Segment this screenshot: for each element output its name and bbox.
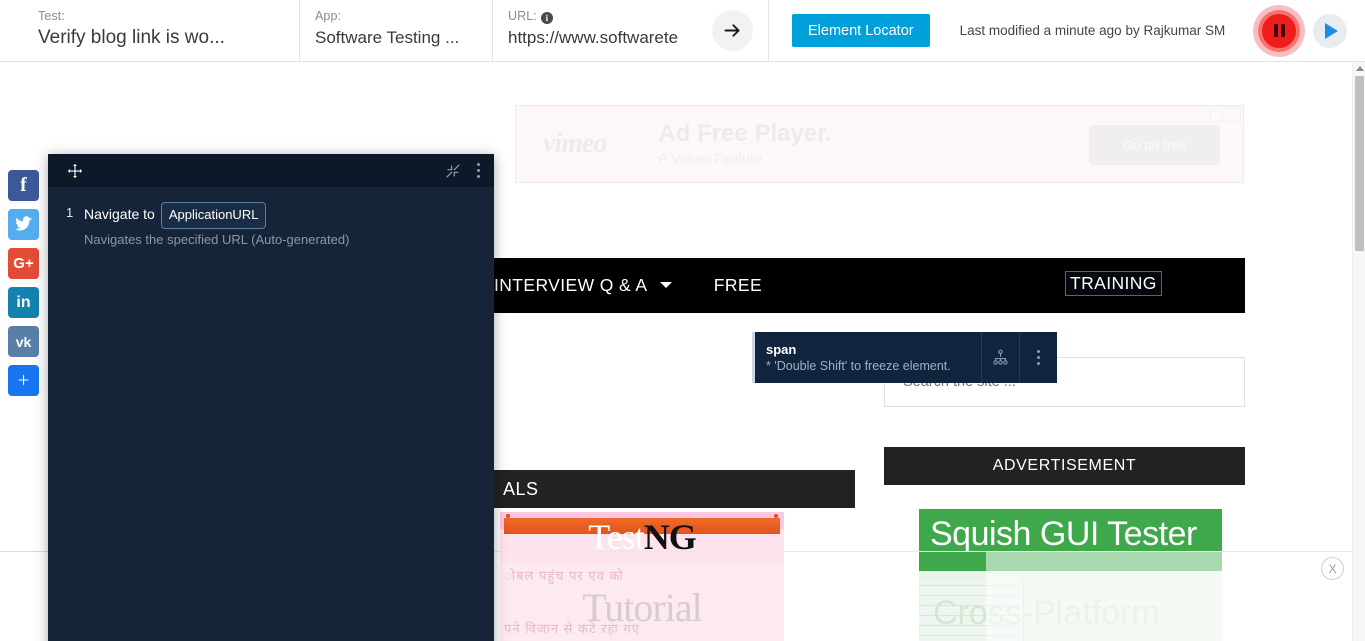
url-field[interactable]: URL: i https://www.softwarete xyxy=(493,0,768,61)
testng-hindi-line-2: पने विजान से कटे रहा गए xyxy=(504,621,640,636)
close-overlay-button[interactable]: X xyxy=(1321,557,1344,580)
app-name-field[interactable]: App: Software Testing ... xyxy=(300,0,493,61)
locator-tag-name: span xyxy=(766,341,797,357)
vk-icon[interactable]: vk xyxy=(8,326,39,357)
app-label: App: xyxy=(315,9,342,23)
locator-actions xyxy=(981,332,1057,383)
ad-close-icon[interactable]: ✕ xyxy=(1210,107,1241,122)
panel-header[interactable] xyxy=(48,154,494,187)
twitter-icon[interactable] xyxy=(8,209,39,240)
test-label: Test: xyxy=(38,9,65,23)
nav-free-label: FREE xyxy=(713,275,763,295)
last-modified-text: Last modified a minute ago by Rajkumar S… xyxy=(959,23,1226,38)
move-handle-icon[interactable] xyxy=(66,162,84,180)
go-button[interactable] xyxy=(712,10,753,51)
squish-gui-tester-ad[interactable]: Squish GUI Tester Cross-Platform xyxy=(919,509,1222,641)
nav-item-interview[interactable]: INTERVIEW Q & A xyxy=(494,275,672,296)
vimeo-headline: Ad Free Player. xyxy=(658,120,832,147)
site-navbar: INTERVIEW Q & A FREE TRAINING xyxy=(493,258,1245,313)
google-plus-icon[interactable]: G+ xyxy=(8,248,39,279)
toolbar-divider xyxy=(768,0,769,61)
nav-item-training-highlighted[interactable]: TRAINING xyxy=(1065,271,1162,296)
play-icon xyxy=(1325,22,1338,39)
info-icon[interactable]: i xyxy=(540,12,553,24)
record-pause-button[interactable] xyxy=(1253,4,1305,57)
test-step-row[interactable]: 1 Navigate to ApplicationURL Navigates th… xyxy=(48,202,494,251)
left-margin-rule xyxy=(0,551,48,552)
test-name-field[interactable]: Test: Verify blog link is wo... xyxy=(0,0,300,61)
pause-record-icon xyxy=(1262,13,1296,48)
url-label-text: URL: xyxy=(508,9,537,23)
linkedin-icon[interactable]: in xyxy=(8,287,39,318)
squish-subtitle: Cross-Platform xyxy=(933,594,1160,632)
share-more-icon[interactable]: + xyxy=(8,365,39,396)
step-content: Navigate to ApplicationURL Navigates the … xyxy=(84,202,349,251)
panel-menu-icon[interactable] xyxy=(475,161,482,180)
element-tree-button[interactable] xyxy=(982,332,1019,383)
advertisement-heading: ADVERTISEMENT xyxy=(884,447,1245,485)
social-share-bar: f G+ in vk + xyxy=(8,170,39,396)
element-locator-button[interactable]: Element Locator xyxy=(792,14,930,47)
testng-hindi-line-1: ोबल पहुंच पर एव को xyxy=(504,568,624,583)
page-vertical-scrollbar[interactable] xyxy=(1352,62,1365,641)
vimeo-ad-copy: Ad Free Player. A Vimeo Feature xyxy=(658,120,831,168)
locator-hint: * 'Double Shift' to freeze element. xyxy=(766,358,951,373)
toolbar-actions xyxy=(1253,0,1365,61)
scroll-up-arrow-icon[interactable] xyxy=(1356,66,1364,71)
test-steps-list: 1 Navigate to ApplicationURL Navigates th… xyxy=(48,187,494,641)
tutorials-heading-label: ALS xyxy=(503,478,539,499)
browser-canvas: f G+ in vk + vimeo Ad Free Player. A Vim… xyxy=(0,62,1352,641)
test-value: Verify blog link is wo... xyxy=(38,27,225,48)
play-button[interactable] xyxy=(1313,13,1347,48)
testng-tutorial-thumbnail[interactable]: TestNG ोबल पहुंच पर एव को Tutorial पने व… xyxy=(500,512,784,641)
collapse-arrows-icon[interactable] xyxy=(445,163,461,179)
app-toolbar: Test: Verify blog link is wo... App: Sof… xyxy=(0,0,1365,62)
locator-menu-button[interactable] xyxy=(1020,332,1057,383)
element-tree-icon xyxy=(993,349,1008,365)
vimeo-logo: vimeo xyxy=(543,128,607,159)
step-title: Navigate to ApplicationURL xyxy=(84,202,349,229)
arrow-right-icon xyxy=(724,24,740,37)
go-ad-free-button[interactable]: Go ad free xyxy=(1089,125,1220,165)
vimeo-ad-banner[interactable]: vimeo Ad Free Player. A Vimeo Feature Go… xyxy=(515,105,1244,183)
step-parameter-chip[interactable]: ApplicationURL xyxy=(160,202,267,229)
nav-interview-label: INTERVIEW Q & A xyxy=(494,275,647,295)
nav-item-free[interactable]: FREE xyxy=(714,275,762,296)
step-number: 1 xyxy=(66,205,74,220)
twitter-bird-glyph xyxy=(14,216,33,231)
chevron-down-icon xyxy=(659,282,672,288)
vertical-scroll-thumb[interactable] xyxy=(1355,76,1364,251)
step-action-label: Navigate to xyxy=(84,206,155,222)
kebab-menu-icon xyxy=(1035,348,1042,367)
locator-text: span * 'Double Shift' to freeze element. xyxy=(755,341,951,375)
test-steps-panel: 1 Navigate to ApplicationURL Navigates th… xyxy=(48,154,494,641)
app-value: Software Testing ... xyxy=(315,28,460,47)
facebook-icon[interactable]: f xyxy=(8,170,39,201)
element-locator-tooltip: span * 'Double Shift' to freeze element. xyxy=(752,332,1057,383)
step-description: Navigates the specified URL (Auto-genera… xyxy=(84,232,350,247)
vimeo-subline: A Vimeo Feature xyxy=(658,150,763,166)
squish-title: Squish GUI Tester xyxy=(930,515,1197,553)
tutorials-heading: ALS xyxy=(493,470,855,508)
panel-header-actions xyxy=(445,161,482,180)
